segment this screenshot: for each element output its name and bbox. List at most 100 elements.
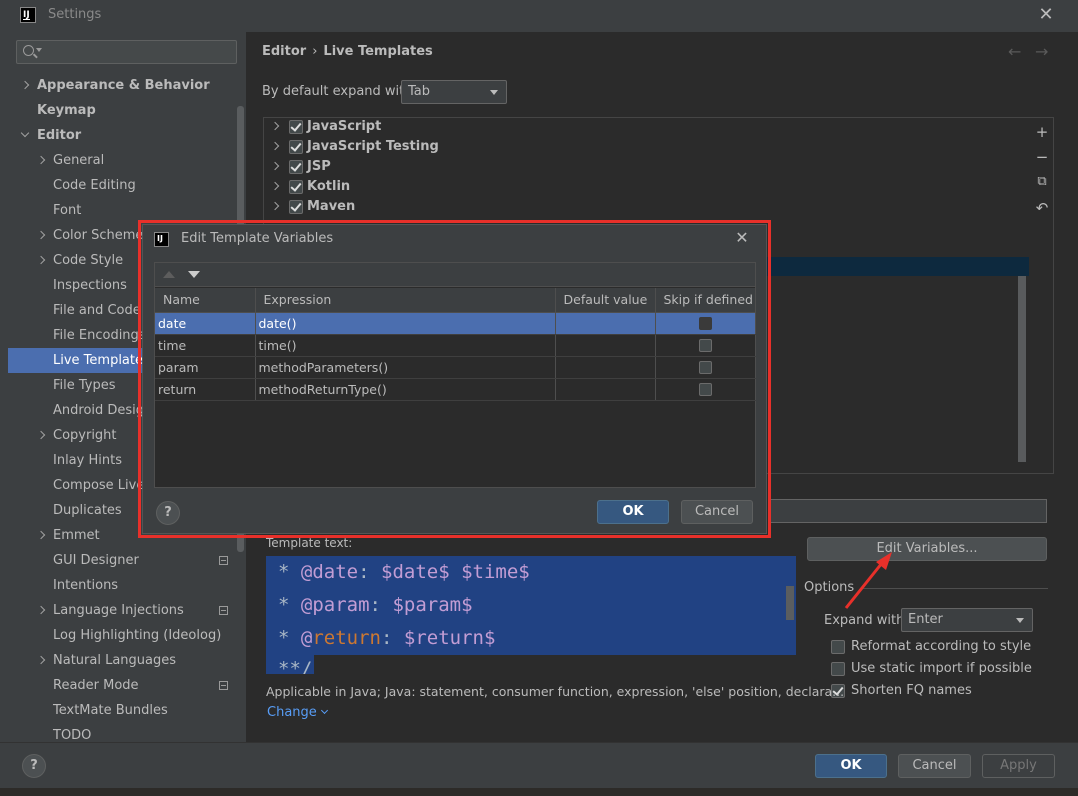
skip-if-defined-checkbox[interactable] (698, 316, 712, 330)
chevron-right-icon[interactable] (270, 141, 280, 151)
code-line: * @return: $return$ (278, 627, 496, 649)
back-arrow-icon[interactable]: ← (1008, 42, 1021, 61)
variable-skip-cell[interactable] (655, 356, 756, 379)
column-header-skip-if-defined[interactable]: Skip if defined (655, 288, 756, 313)
sidebar-item[interactable]: TODO (0, 723, 246, 742)
sidebar-item[interactable]: Code Editing (0, 173, 246, 198)
move-up-icon[interactable] (163, 271, 175, 278)
variable-name-cell[interactable]: return (155, 378, 256, 401)
description-field[interactable] (770, 499, 1047, 523)
variable-name-cell[interactable]: time (155, 334, 256, 357)
expand-with-select[interactable]: Enter (901, 608, 1033, 632)
sidebar-item[interactable]: Appearance & Behavior (0, 73, 246, 98)
templates-scrollbar[interactable] (1018, 276, 1026, 462)
dialog-cancel-button[interactable]: Cancel (681, 500, 753, 524)
variable-expression-cell[interactable]: date() (255, 312, 556, 335)
help-button[interactable]: ? (22, 754, 46, 778)
template-group-checkbox[interactable] (289, 160, 303, 174)
cancel-button[interactable]: Cancel (898, 754, 971, 778)
module-scope-icon (219, 681, 228, 690)
sidebar-item[interactable]: Log Highlighting (Ideolog) (0, 623, 246, 648)
template-group-checkbox[interactable] (289, 120, 303, 134)
forward-arrow-icon[interactable]: → (1035, 42, 1048, 61)
sidebar-item[interactable]: TextMate Bundles (0, 698, 246, 723)
template-group-checkbox[interactable] (289, 180, 303, 194)
table-row[interactable]: time time() (155, 334, 756, 357)
sidebar-item[interactable]: Keymap (0, 98, 246, 123)
column-header-default-value[interactable]: Default value (555, 288, 656, 313)
chevron-right-icon[interactable] (36, 255, 46, 265)
restore-icon[interactable]: ↶ (1034, 200, 1050, 216)
add-icon[interactable]: + (1034, 124, 1050, 140)
sidebar-item-label: Code Editing (53, 178, 136, 193)
variable-skip-cell[interactable] (655, 312, 756, 335)
template-group-checkbox[interactable] (289, 200, 303, 214)
chevron-right-icon[interactable] (36, 530, 46, 540)
sidebar-item-label: Inlay Hints (53, 453, 122, 468)
variable-default-cell[interactable] (555, 334, 656, 357)
variable-default-cell[interactable] (555, 312, 656, 335)
dialog-ok-button[interactable]: OK (597, 500, 669, 524)
chevron-right-icon[interactable] (36, 155, 46, 165)
variable-name-cell[interactable]: date (155, 312, 256, 335)
chevron-right-icon[interactable] (20, 80, 30, 90)
template-group-checkbox[interactable] (289, 140, 303, 154)
sidebar-item[interactable]: Language Injections (0, 598, 246, 623)
chevron-right-icon[interactable] (270, 121, 280, 131)
chevron-right-icon[interactable] (270, 181, 280, 191)
variable-skip-cell[interactable] (655, 378, 756, 401)
dialog-help-button[interactable]: ? (156, 501, 180, 525)
sidebar-item[interactable]: Editor (0, 123, 246, 148)
chevron-right-icon[interactable] (36, 230, 46, 240)
variable-expression-cell[interactable]: methodReturnType() (255, 378, 556, 401)
chevron-right-icon[interactable] (270, 161, 280, 171)
variable-skip-cell[interactable] (655, 334, 756, 357)
variable-default-cell[interactable] (555, 356, 656, 379)
remove-icon[interactable]: − (1034, 149, 1050, 165)
chevron-right-icon[interactable] (36, 430, 46, 440)
editor-scrollbar[interactable] (786, 586, 794, 620)
dialog-close-button[interactable]: ✕ (733, 228, 751, 247)
skip-if-defined-checkbox[interactable] (698, 382, 712, 396)
variable-default-cell[interactable] (555, 378, 656, 401)
sidebar-item-label: File Encodings (53, 328, 146, 343)
column-header-expression[interactable]: Expression (255, 288, 556, 313)
sidebar-item[interactable]: Natural Languages (0, 648, 246, 673)
variable-expression-cell[interactable]: methodParameters() (255, 356, 556, 379)
chevron-right-icon[interactable] (36, 655, 46, 665)
move-down-icon[interactable] (188, 271, 200, 278)
sidebar-item-label: Copyright (53, 428, 117, 443)
copy-icon[interactable]: ⧉ (1034, 174, 1050, 190)
settings-search-input[interactable] (16, 40, 237, 64)
sidebar-item[interactable]: General (0, 148, 246, 173)
window-close-button[interactable]: ✕ (1036, 4, 1056, 26)
breadcrumb-parent[interactable]: Editor (262, 44, 306, 59)
expand-with-label: Expand with (824, 613, 905, 628)
option-checkbox[interactable] (831, 640, 845, 654)
skip-if-defined-checkbox[interactable] (698, 360, 712, 374)
window-title: Settings (48, 7, 102, 22)
sidebar-item-label: Emmet (53, 528, 100, 543)
apply-button[interactable]: Apply (982, 754, 1055, 778)
column-header-name[interactable]: Name (155, 288, 256, 313)
chevron-down-icon (490, 90, 498, 95)
editor-empty-area (314, 655, 796, 674)
variable-name-cell[interactable]: param (155, 356, 256, 379)
ok-button[interactable]: OK (815, 754, 887, 778)
sidebar-item[interactable]: GUI Designer (0, 548, 246, 573)
table-row[interactable]: date date() (155, 312, 756, 335)
default-expand-select[interactable]: Tab (401, 80, 507, 104)
chevron-right-icon[interactable] (36, 605, 46, 615)
template-text-editor[interactable]: * @date: $date$ $time$ * @param: $param$… (266, 556, 796, 674)
sidebar-item[interactable]: Intentions (0, 573, 246, 598)
variable-expression-cell[interactable]: time() (255, 334, 556, 357)
annotation-arrow-line (844, 557, 888, 609)
skip-if-defined-checkbox[interactable] (698, 338, 712, 352)
table-row[interactable]: return methodReturnType() (155, 378, 756, 401)
chevron-down-icon[interactable] (20, 128, 30, 138)
sidebar-item[interactable]: Reader Mode (0, 673, 246, 698)
option-checkbox[interactable] (831, 662, 845, 676)
table-row[interactable]: param methodParameters() (155, 356, 756, 379)
change-context-link[interactable]: Change (267, 705, 328, 720)
chevron-right-icon[interactable] (270, 201, 280, 211)
